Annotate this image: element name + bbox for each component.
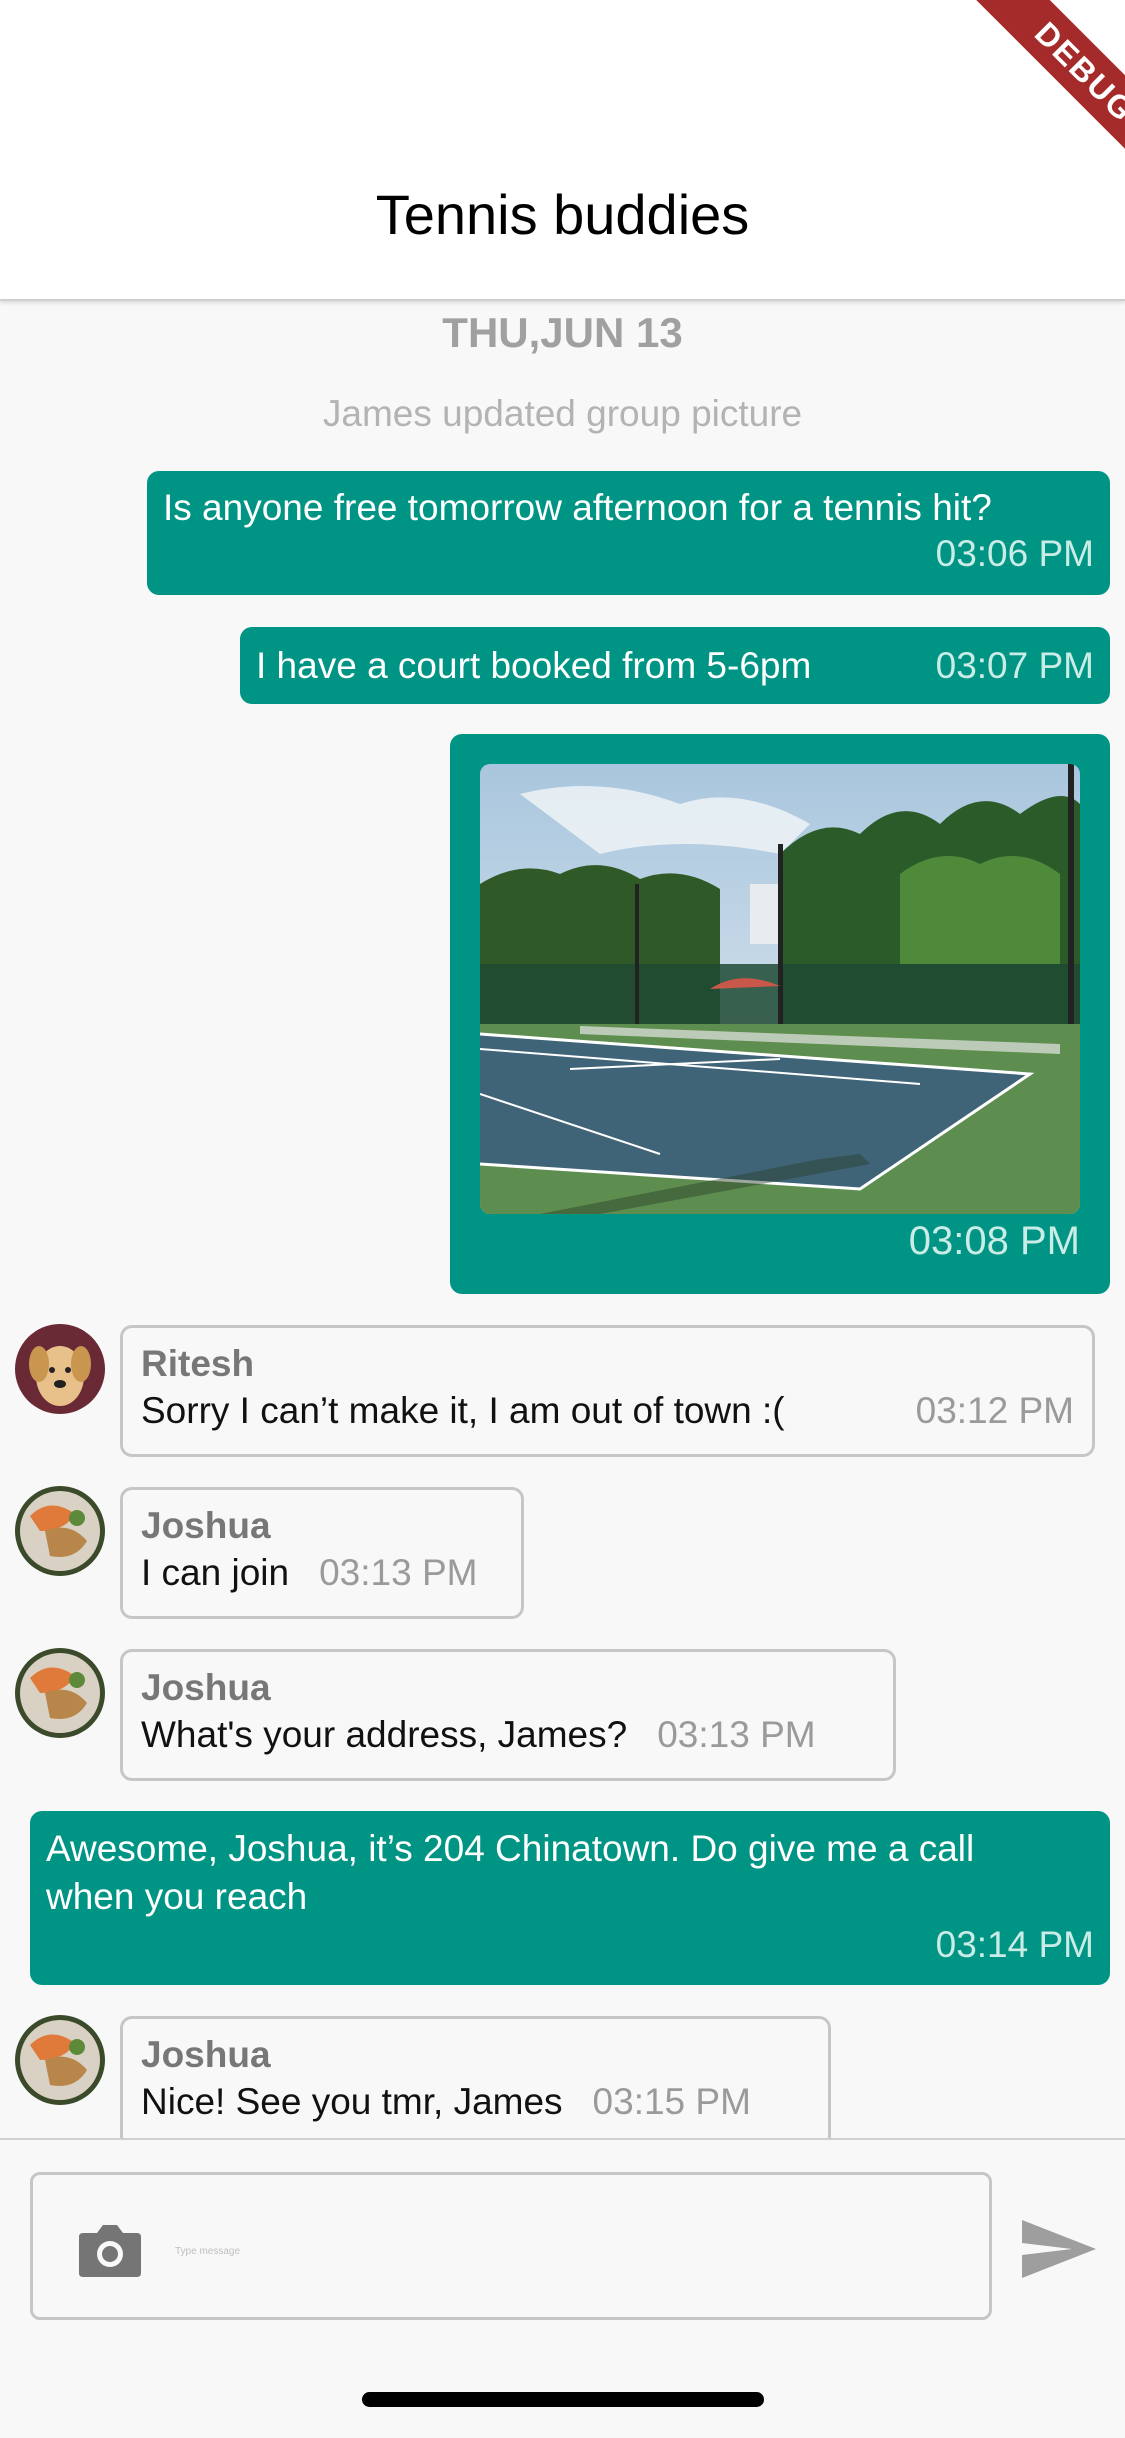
message-time: 03:08 PM <box>908 1219 1080 1263</box>
message-text: What's your address, James? <box>141 1714 628 1755</box>
message-time: 03:13 PM <box>319 1552 478 1593</box>
incoming-message[interactable]: Joshua I can join 03:13 PM <box>120 1487 524 1619</box>
message-time: 03:15 PM <box>592 2081 751 2122</box>
camera-icon[interactable] <box>75 2219 145 2279</box>
avatar-joshua[interactable] <box>15 1486 105 1576</box>
incoming-message[interactable]: Joshua Nice! See you tmr, James 03:15 PM <box>120 2016 831 2138</box>
incoming-message[interactable]: Ritesh Sorry I can’t make it, I am out o… <box>120 1325 1095 1457</box>
message-text: Sorry I can’t make it, I am out of town … <box>141 1390 785 1431</box>
tennis-court-photo[interactable] <box>480 764 1080 1214</box>
message-text: I have a court booked from 5-6pm <box>256 644 812 686</box>
message-text: I can join <box>141 1552 290 1593</box>
message-time: 03:06 PM <box>935 533 1094 574</box>
debug-label: DEBUG <box>974 0 1125 183</box>
sender-name: Joshua <box>141 1505 271 1546</box>
food-avatar-icon <box>15 1486 105 1576</box>
message-input[interactable] <box>173 2215 957 2287</box>
message-text: Nice! See you tmr, James <box>141 2081 563 2122</box>
message-list[interactable]: THU,JUN 13 James updated group picture I… <box>0 301 1125 2138</box>
sender-name: Ritesh <box>141 1343 255 1384</box>
message-text: Awesome, Joshua, it’s 204 Chinatown. Do … <box>46 1828 975 1917</box>
message-time: 03:13 PM <box>657 1714 816 1755</box>
outgoing-message[interactable]: I have a court booked from 5-6pm 03:07 P… <box>240 627 1110 704</box>
dog-avatar-icon <box>15 1324 105 1414</box>
system-note: James updated group picture <box>322 393 803 434</box>
avatar-joshua[interactable] <box>15 2015 105 2105</box>
message-time: 03:07 PM <box>935 644 1094 686</box>
send-icon[interactable] <box>1020 2216 1098 2282</box>
outgoing-message[interactable]: Is anyone free tomorrow afternoon for a … <box>147 471 1110 595</box>
outgoing-image-message[interactable]: 03:08 PM <box>450 734 1110 1294</box>
message-time: 03:14 PM <box>935 1924 1094 1965</box>
sender-name: Joshua <box>141 1667 271 1708</box>
composer-bar <box>0 2138 1125 2438</box>
avatar-ritesh[interactable] <box>15 1324 105 1414</box>
message-time: 03:12 PM <box>915 1390 1074 1431</box>
food-avatar-icon <box>15 1648 105 1738</box>
home-indicator <box>362 2392 764 2407</box>
debug-banner: DEBUG <box>925 0 1125 200</box>
sender-name: Joshua <box>141 2034 271 2075</box>
food-avatar-icon <box>15 2015 105 2105</box>
tennis-court-image <box>480 764 1080 1214</box>
incoming-message[interactable]: Joshua What's your address, James? 03:13… <box>120 1649 896 1781</box>
date-separator: THU,JUN 13 <box>442 309 683 356</box>
message-input-container[interactable] <box>30 2172 992 2320</box>
message-text: Is anyone free tomorrow afternoon for a … <box>163 487 992 528</box>
outgoing-message[interactable]: Awesome, Joshua, it’s 204 Chinatown. Do … <box>30 1811 1110 1985</box>
avatar-joshua[interactable] <box>15 1648 105 1738</box>
